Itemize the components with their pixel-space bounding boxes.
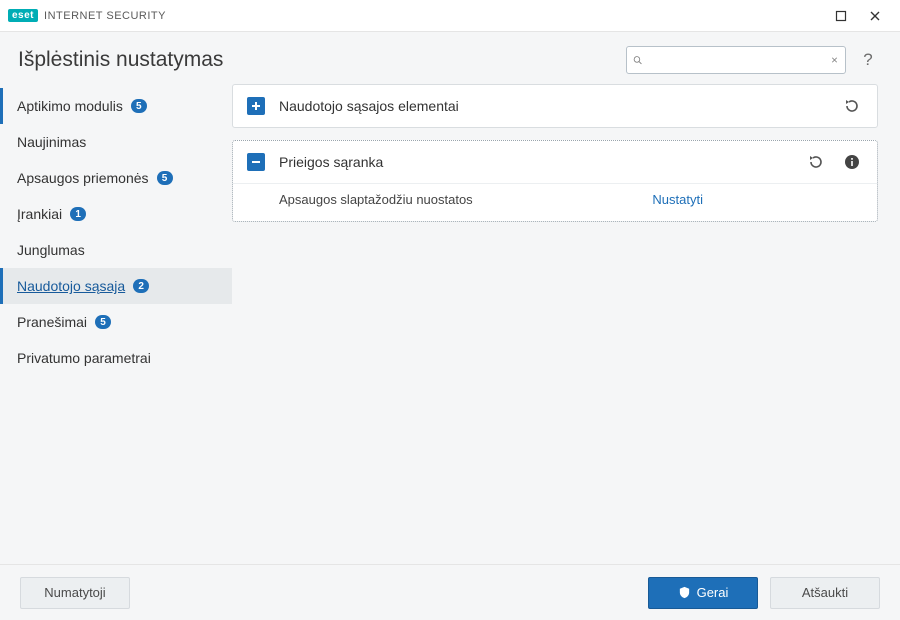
sidebar-item-label: Pranešimai (17, 314, 87, 330)
sidebar-item-label: Apsaugos priemonės (17, 170, 149, 186)
close-icon (869, 10, 881, 22)
undo-icon (808, 154, 824, 170)
window-maximize-button[interactable] (824, 0, 858, 32)
maximize-icon (835, 10, 847, 22)
page-header: Išplėstinis nustatymas ? (0, 32, 900, 84)
sidebar-item-label: Aptikimo modulis (17, 98, 123, 114)
expand-icon[interactable] (247, 97, 265, 115)
sidebar-item-ui[interactable]: Naudotojo sąsaja 2 (0, 268, 232, 304)
sidebar-item-notifications[interactable]: Pranešimai 5 (0, 304, 232, 340)
default-button[interactable]: Numatytoji (20, 577, 130, 609)
panel-title: Naudotojo sąsajos elementai (279, 98, 827, 114)
sidebar-item-label: Naudotojo sąsaja (17, 278, 125, 294)
sidebar-item-protections[interactable]: Apsaugos priemonės 5 (0, 160, 232, 196)
panel-body: Apsaugos slaptažodžiu nuostatos Nustatyt… (233, 183, 877, 221)
collapse-icon[interactable] (247, 153, 265, 171)
sidebar-item-connectivity[interactable]: Junglumas (0, 232, 232, 268)
sidebar-item-privacy[interactable]: Privatumo parametrai (0, 340, 232, 376)
button-label: Atšaukti (802, 585, 848, 600)
sidebar-item-label: Junglumas (17, 242, 85, 258)
search-icon (633, 53, 642, 67)
sidebar-item-badge: 5 (131, 99, 147, 113)
search-input[interactable] (648, 53, 824, 68)
panel-title: Prieigos sąranka (279, 154, 791, 170)
brand-logo: eset INTERNET SECURITY (8, 9, 166, 22)
reset-button[interactable] (841, 95, 863, 117)
sidebar-item-badge: 5 (157, 171, 173, 185)
setting-row: Apsaugos slaptažodžiu nuostatos Nustatyt… (279, 192, 863, 207)
reset-button[interactable] (805, 151, 827, 173)
sidebar: Aptikimo modulis 5 Naujinimas Apsaugos p… (0, 84, 232, 376)
undo-icon (844, 98, 860, 114)
cancel-button[interactable]: Atšaukti (770, 577, 880, 609)
info-icon (844, 154, 860, 170)
shield-icon (678, 586, 691, 599)
panel-header[interactable]: Naudotojo sąsajos elementai (233, 85, 877, 127)
sidebar-item-label: Privatumo parametrai (17, 350, 151, 366)
setting-action-link[interactable]: Nustatyti (652, 192, 703, 207)
button-label: Gerai (697, 585, 729, 600)
panel-access-setup: Prieigos sąranka Apsaugos slaptažodžiu n… (232, 140, 878, 222)
panel-header[interactable]: Prieigos sąranka (233, 141, 877, 183)
button-label: Numatytoji (44, 585, 105, 600)
search-box[interactable] (626, 46, 846, 74)
product-name: INTERNET SECURITY (44, 10, 166, 22)
panel-ui-elements: Naudotojo sąsajos elementai (232, 84, 878, 128)
footer: Numatytoji Gerai Atšaukti (0, 564, 900, 620)
setting-label: Apsaugos slaptažodžiu nuostatos (279, 192, 652, 207)
window-close-button[interactable] (858, 0, 892, 32)
sidebar-item-tools[interactable]: Įrankiai 1 (0, 196, 232, 232)
clear-icon[interactable] (830, 53, 839, 67)
titlebar: eset INTERNET SECURITY (0, 0, 900, 32)
sidebar-item-badge: 1 (70, 207, 86, 221)
brand-badge: eset (8, 9, 38, 22)
sidebar-item-label: Įrankiai (17, 206, 62, 222)
page-title: Išplėstinis nustatymas (18, 48, 626, 72)
info-button[interactable] (841, 151, 863, 173)
sidebar-item-label: Naujinimas (17, 134, 86, 150)
help-button[interactable]: ? (854, 46, 882, 74)
sidebar-item-badge: 5 (95, 315, 111, 329)
sidebar-item-detection[interactable]: Aptikimo modulis 5 (0, 88, 232, 124)
sidebar-item-badge: 2 (133, 279, 149, 293)
ok-button[interactable]: Gerai (648, 577, 758, 609)
sidebar-item-update[interactable]: Naujinimas (0, 124, 232, 160)
